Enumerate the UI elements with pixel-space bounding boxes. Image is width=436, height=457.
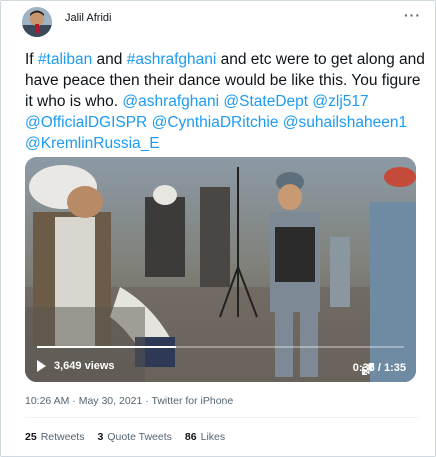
video-frame	[25, 157, 416, 382]
retweets-count: 25	[25, 431, 37, 443]
video-views: 3,649 views	[37, 360, 115, 372]
quotes-count: 3	[97, 431, 104, 443]
mention-suhailshaheen1[interactable]: @suhailshaheen1	[283, 114, 407, 131]
tweet-time: 10:26 AM	[25, 395, 70, 407]
mention-ashrafghani[interactable]: @ashrafghani	[122, 93, 219, 110]
quote-tweets-stat[interactable]: 3 Quote Tweets	[97, 431, 171, 443]
retweets-label: Retweets	[40, 431, 85, 443]
likes-stat[interactable]: 86 Likes	[185, 431, 225, 443]
video-progress-track[interactable]	[37, 346, 404, 348]
mention-cynthiadritchie[interactable]: @CynthiaDRitchie	[152, 114, 279, 131]
video-controls: 0:36 / 1:35	[353, 362, 406, 376]
separator: ·	[142, 395, 152, 407]
more-icon[interactable]: ···	[404, 7, 421, 23]
likes-label: Likes	[200, 431, 226, 443]
text-segment: and	[92, 51, 127, 68]
separator: ·	[69, 395, 79, 407]
quotes-label: Quote Tweets	[107, 431, 172, 443]
divider	[25, 417, 419, 418]
hashtag-ashrafghani[interactable]: #ashrafghani	[127, 51, 217, 68]
tweet-header: Jalil Afridi ···	[22, 7, 421, 47]
tweet-text: If #taliban and #ashrafghani and etc wer…	[25, 49, 425, 154]
hashtag-taliban[interactable]: #taliban	[38, 51, 92, 68]
likes-count: 86	[184, 431, 197, 443]
mention-statedept[interactable]: @StateDept	[223, 93, 308, 110]
video-player[interactable]: 3,649 views 0:36 / 1:35	[25, 157, 416, 382]
mention-kremlinrussia-e[interactable]: @KremlinRussia_E	[25, 135, 160, 152]
video-progress-fill	[37, 346, 177, 348]
tweet-source[interactable]: Twitter for iPhone	[152, 395, 234, 407]
retweets-stat[interactable]: 25 Retweets	[25, 431, 84, 443]
tweet-date: May 30, 2021	[78, 395, 143, 407]
mention-zlj517[interactable]: @zlj517	[312, 93, 368, 110]
author-name[interactable]: Jalil Afridi	[65, 12, 111, 24]
tweet-card: Jalil Afridi ··· If #taliban and #ashraf…	[0, 0, 436, 457]
avatar[interactable]	[22, 7, 52, 37]
play-icon[interactable]	[37, 360, 46, 372]
mention-officialdgispr[interactable]: @OfficialDGISPR	[25, 114, 147, 131]
fullscreen-icon[interactable]	[361, 362, 375, 376]
views-count: 3,649 views	[54, 360, 115, 372]
tweet-timestamp[interactable]: 10:26 AM · May 30, 2021 · Twitter for iP…	[25, 395, 233, 407]
tweet-stats: 25 Retweets 3 Quote Tweets 86 Likes	[25, 431, 238, 443]
text-segment: If	[25, 51, 38, 68]
